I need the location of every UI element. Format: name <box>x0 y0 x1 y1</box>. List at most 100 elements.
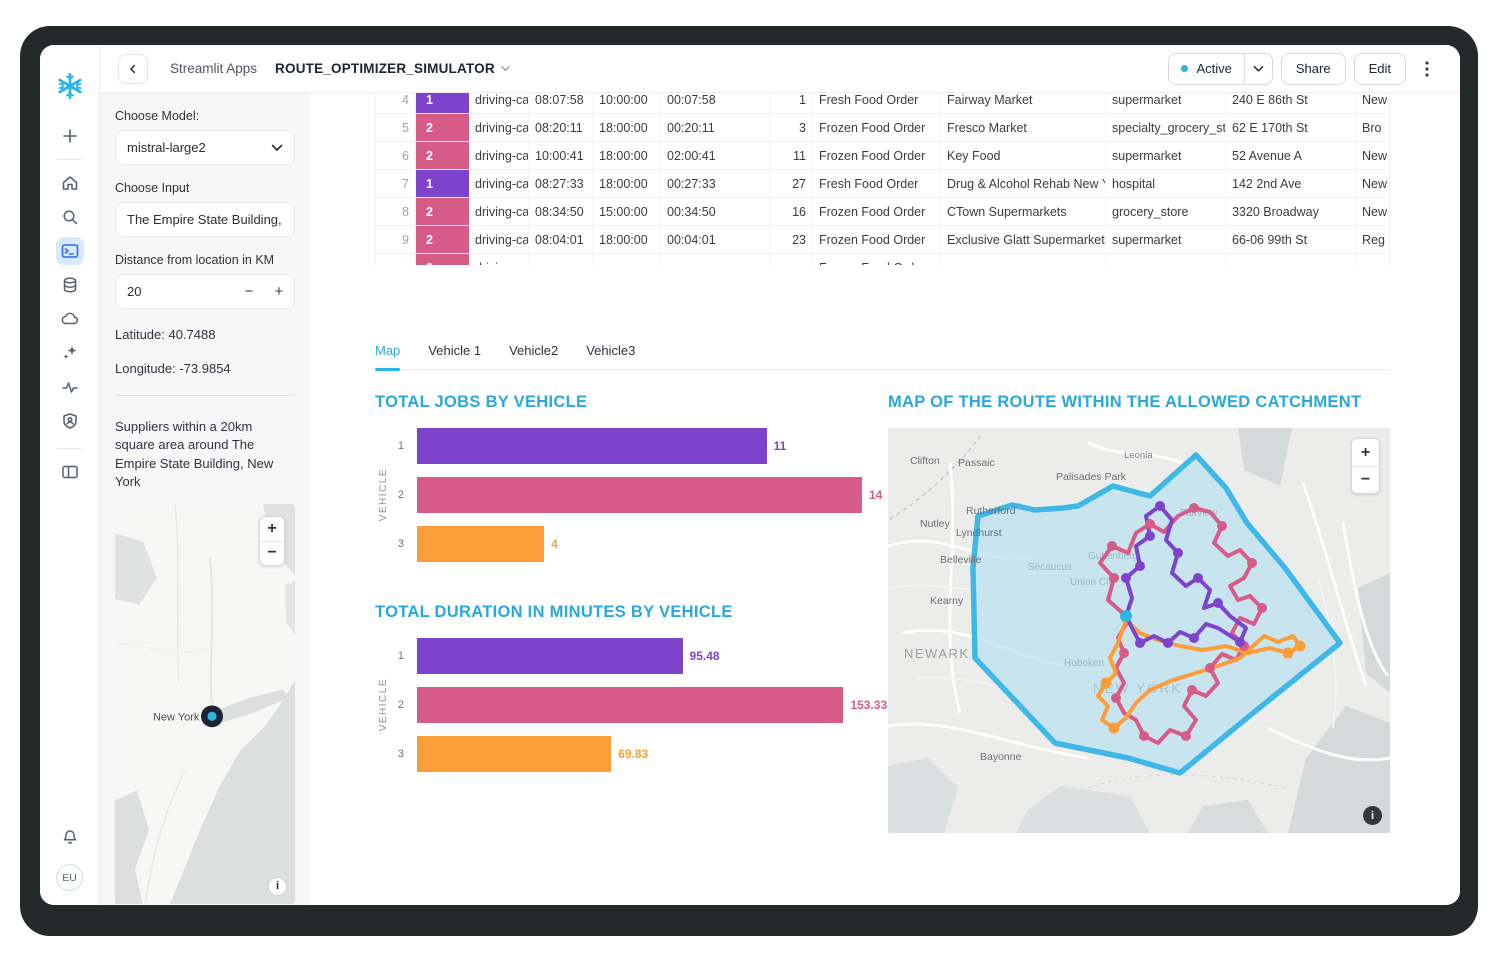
row-index: 7 <box>376 170 416 197</box>
map-label: Guttenberg <box>1088 551 1138 562</box>
results-table[interactable]: 4 1 driving-car 08:07:58 10:00:00 00:07:… <box>375 93 1390 265</box>
map-label: Hoboken <box>1064 658 1104 669</box>
end-cell: 18:00:00 <box>593 142 661 169</box>
start-cell: 08:34:50 <box>529 198 593 225</box>
increment-button[interactable]: + <box>264 275 294 308</box>
admin-shield-icon[interactable] <box>56 407 84 435</box>
search-icon[interactable] <box>56 203 84 231</box>
breadcrumb[interactable]: Streamlit Apps <box>170 61 257 76</box>
database-icon[interactable] <box>56 271 84 299</box>
region-badge[interactable]: EU <box>56 864 83 891</box>
tab-vehicle-1[interactable]: Vehicle 1 <box>428 343 481 369</box>
zoom-out-button[interactable]: − <box>260 541 284 565</box>
location-marker-dot <box>207 712 216 721</box>
sidebar-divider <box>115 395 295 396</box>
tab-vehicle-3[interactable]: Vehicle3 <box>586 343 635 369</box>
distance-label: Distance from location in KM <box>115 253 295 267</box>
cloud-icon[interactable] <box>56 305 84 333</box>
vehicle-cell: 1 <box>416 93 469 113</box>
sidebar-mini-map[interactable]: New York + − i <box>115 504 295 904</box>
name-cell: CTown Supermarkets <box>941 198 1106 225</box>
share-button[interactable]: Share <box>1281 53 1346 85</box>
notifications-bell-icon[interactable] <box>56 823 84 851</box>
decrement-button[interactable]: − <box>234 275 264 308</box>
map-label: Kearny <box>930 595 964 607</box>
map-label: NEWARK <box>904 646 970 661</box>
city-cell: New <box>1356 93 1390 113</box>
table-row: 5 2 driving-car 08:20:11 18:00:00 00:20:… <box>376 114 1390 142</box>
status-dropdown-button[interactable] <box>1244 54 1272 84</box>
bar-vehicle-3 <box>417 736 611 772</box>
bar-vehicle-2 <box>417 687 843 723</box>
name-cell: Key Food <box>941 142 1106 169</box>
map-info-icon[interactable]: i <box>268 877 287 896</box>
duration-by-vehicle-chart: TOTAL DURATION IN MINUTES BY VEHICLE VEH… <box>375 603 888 772</box>
category-tick: 2 <box>391 699 417 711</box>
suppliers-caption: Suppliers within a 20km square area arou… <box>115 418 295 492</box>
zoom-out-button[interactable]: − <box>1352 466 1379 493</box>
sidebar: Choose Model: mistral-large2 Choose Inpu… <box>100 93 310 905</box>
end-cell: 18:00:00 <box>593 114 661 141</box>
snowflake-logo[interactable] <box>55 71 85 101</box>
start-cell: 08:07:58 <box>529 93 593 113</box>
table-row: 6 2 driving-car 10:00:41 18:00:00 02:00:… <box>376 142 1390 170</box>
distance-stepper: 20 − + <box>115 274 295 309</box>
tab-map[interactable]: Map <box>375 343 400 369</box>
bar-value: 4 <box>551 537 558 551</box>
location-input[interactable] <box>127 212 283 227</box>
duration-cell: 00:20:11 <box>661 114 771 141</box>
overflow-menu-icon[interactable] <box>1414 54 1440 84</box>
table-row: 4 1 driving-car 08:07:58 10:00:00 00:07:… <box>376 93 1390 114</box>
zoom-in-button[interactable]: + <box>260 517 284 541</box>
name-cell: Fresco Market <box>941 114 1106 141</box>
category-tick: 3 <box>391 748 417 760</box>
table-row: 7 1 driving-car 08:27:33 18:00:00 00:27:… <box>376 170 1390 198</box>
category-tick: 1 <box>391 650 417 662</box>
profile-cell: driving-car <box>469 93 529 113</box>
tab-bar: Map Vehicle 1 Vehicle2 Vehicle3 <box>375 343 1390 370</box>
distance-value[interactable]: 20 <box>127 284 234 299</box>
bar-value: 153.33 <box>850 698 887 712</box>
route-map-canvas: Secaucus Guttenberg Union City Hoboken F… <box>888 428 1390 833</box>
chart-title: TOTAL DURATION IN MINUTES BY VEHICLE <box>375 603 888 622</box>
sparkles-ai-icon[interactable] <box>56 339 84 367</box>
route-map[interactable]: Secaucus Guttenberg Union City Hoboken F… <box>888 428 1390 833</box>
duration-cell: 02:00:41 <box>661 142 771 169</box>
chevron-down-icon <box>1253 65 1264 73</box>
add-icon[interactable] <box>57 123 83 149</box>
input-label: Choose Input <box>115 181 295 195</box>
map-label: Secaucus <box>1028 562 1072 573</box>
map-info-icon[interactable]: i <box>1363 806 1382 825</box>
back-button[interactable] <box>118 54 148 84</box>
bar-value: 14 <box>869 488 882 502</box>
address-cell: 240 E 86th St <box>1226 93 1356 113</box>
map-label: Nutley <box>920 518 951 530</box>
edit-button[interactable]: Edit <box>1354 53 1406 85</box>
rail-divider <box>57 448 83 449</box>
model-select[interactable]: mistral-large2 <box>115 130 295 165</box>
city-cell: Reg <box>1356 226 1390 253</box>
order-cell: Frozen Food Order <box>813 198 941 225</box>
status-dot <box>1181 65 1188 72</box>
zoom-in-button[interactable]: + <box>1352 439 1379 466</box>
row-index: 4 <box>376 93 416 113</box>
bar-row: 1 95.48 <box>391 638 888 674</box>
status-button[interactable]: Active <box>1169 54 1243 84</box>
panel-layout-icon[interactable] <box>56 458 84 486</box>
type-cell: hospital <box>1106 170 1226 197</box>
activity-monitor-icon[interactable] <box>56 373 84 401</box>
city-cell: Bro <box>1356 114 1390 141</box>
table-row: 8 2 driving-car 08:34:50 15:00:00 00:34:… <box>376 198 1390 226</box>
home-icon[interactable] <box>56 169 84 197</box>
page-title[interactable]: ROUTE_OPTIMIZER_SIMULATOR <box>275 61 510 76</box>
order-cell: Fresh Food Order <box>813 170 941 197</box>
start-cell: 10:00:41 <box>529 142 593 169</box>
tab-vehicle-2[interactable]: Vehicle2 <box>509 343 558 369</box>
address-cell: 142 2nd Ave <box>1226 170 1356 197</box>
row-index: 8 <box>376 198 416 225</box>
table-row-partial: 2 driving-car Frozen Food Order <box>376 254 1390 265</box>
worksheets-terminal-icon[interactable] <box>56 237 84 265</box>
end-cell: 18:00:00 <box>593 170 661 197</box>
start-cell: 08:27:33 <box>529 170 593 197</box>
bar-vehicle-2 <box>417 477 862 513</box>
